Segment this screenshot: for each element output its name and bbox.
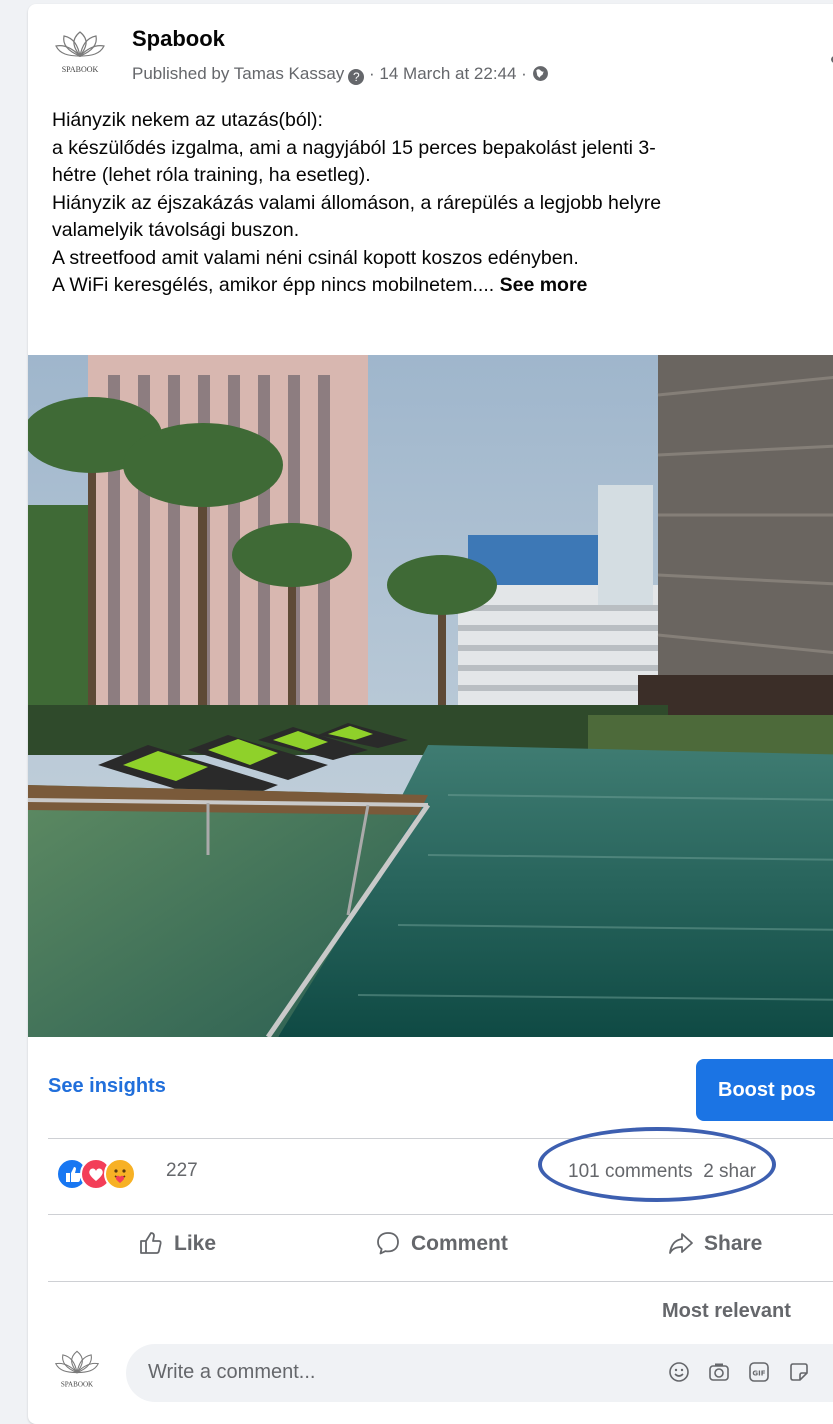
share-label: Share <box>704 1232 763 1255</box>
thumbs-up-icon <box>140 1232 162 1254</box>
post-meta: Published by Tamas Kassay? · 14 March at… <box>132 64 549 87</box>
like-label: Like <box>174 1232 217 1255</box>
emoji-icon[interactable] <box>668 1361 690 1388</box>
rooftop-pool-photo <box>28 355 833 1037</box>
post-text-line: hétre (lehet róla training, ha esetleg). <box>52 164 371 186</box>
spabook-logo-icon: SPABOOK <box>55 31 105 74</box>
see-insights-link[interactable]: See insights <box>48 1075 166 1098</box>
gif-icon[interactable]: GIF <box>748 1361 770 1388</box>
post-card: SPABOOK Spabook Published by Tamas Kassa… <box>28 4 833 1424</box>
reaction-count: 227 <box>166 1160 198 1181</box>
boost-post-button[interactable]: Boost pos <box>696 1059 833 1121</box>
commenter-avatar: SPABOOK <box>54 1346 100 1392</box>
post-text-line: valamelyik távolsági buszon. <box>52 219 300 241</box>
comment-input[interactable]: Write a comment... GIF <box>126 1344 833 1402</box>
see-more-link[interactable]: See more <box>500 274 588 296</box>
shares-count[interactable]: 2 shar <box>703 1161 756 1182</box>
svg-text:GIF: GIF <box>752 1370 765 1378</box>
page-avatar[interactable]: SPABOOK <box>54 26 106 78</box>
share-button[interactable]: Share <box>668 1230 762 1270</box>
question-icon[interactable]: ? <box>348 69 365 85</box>
insights-row: See insights Boost pos <box>28 1037 833 1138</box>
care-reaction-icon <box>104 1158 136 1190</box>
globe-icon[interactable] <box>532 65 549 87</box>
divider <box>48 1138 833 1139</box>
share-arrow-icon <box>669 1233 693 1254</box>
comment-label: Comment <box>411 1232 508 1255</box>
divider <box>48 1281 833 1282</box>
comment-sort-dropdown[interactable]: Most relevant <box>662 1300 791 1323</box>
svg-text:SPABOOK: SPABOOK <box>61 1381 94 1389</box>
post-header: SPABOOK Spabook Published by Tamas Kassa… <box>54 26 833 86</box>
like-button[interactable]: Like <box>138 1230 216 1270</box>
action-bar: Like Comment Share <box>28 1214 833 1284</box>
comment-bubble-icon <box>377 1232 399 1255</box>
post-text-line: Hiányzik nekem az utazás(ból): <box>52 109 323 131</box>
engagement-counts: 101 comments 2 shar <box>568 1161 756 1183</box>
spabook-logo-icon: SPABOOK <box>54 1350 100 1389</box>
published-by[interactable]: Published by Tamas Kassay <box>132 64 344 83</box>
comment-button[interactable]: Comment <box>375 1230 508 1270</box>
post-text-line-last: A WiFi keresgélés, amikor épp nincs mobi… <box>52 272 833 300</box>
comments-count[interactable]: 101 comments <box>568 1161 693 1182</box>
camera-icon[interactable] <box>708 1361 730 1388</box>
post-text-last-content: A WiFi keresgélés, amikor épp nincs mobi… <box>52 274 500 296</box>
post-text-line: Hiányzik az éjszakázás valami állomáson,… <box>52 191 662 214</box>
sticker-icon[interactable] <box>788 1361 810 1388</box>
comment-placeholder: Write a comment... <box>148 1361 316 1383</box>
page-name[interactable]: Spabook <box>132 26 225 52</box>
svg-text:SPABOOK: SPABOOK <box>62 65 99 74</box>
post-date[interactable]: · 14 March at 22:44 · <box>364 64 531 83</box>
post-text: Hiányzik nekem az utazás(ból): a készülő… <box>52 107 833 300</box>
post-text-line: a készülődés izgalma, ami a nagyjából 15… <box>52 136 656 159</box>
comment-composer: SPABOOK Write a comment... GIF <box>28 1344 833 1414</box>
post-text-line: A streetfood amit valami néni csinál kop… <box>52 246 579 269</box>
post-photo[interactable] <box>28 355 833 1037</box>
